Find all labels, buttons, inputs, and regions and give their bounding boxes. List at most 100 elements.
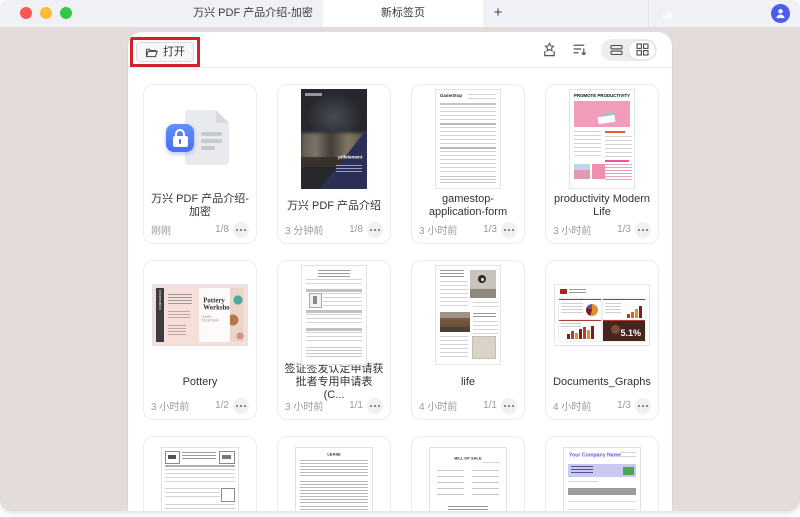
document-card[interactable]: 万兴 PDF 产品介绍-加密 刚刚 1/8	[143, 84, 257, 244]
document-thumbnail: Your Company Name	[546, 437, 658, 511]
document-title: Documents_Graphs	[553, 375, 651, 388]
document-meta: 3 小时前 1/2	[144, 397, 256, 419]
gamestop-logo: GameStop	[440, 93, 463, 98]
more-icon[interactable]	[367, 221, 383, 238]
more-icon[interactable]	[233, 397, 249, 414]
graph-value: 5.1%	[620, 328, 641, 338]
document-meta: 4 小时前 1/3	[546, 397, 658, 419]
document-time: 4 小时前	[553, 402, 592, 413]
pdfelement-logo: pdfelement	[337, 155, 362, 160]
pottery-subtitle: LEARN TOGETHER	[201, 315, 219, 323]
document-meta: 4 小时前 1/1	[412, 397, 524, 419]
document-meta: 3 分钟前 1/8	[278, 221, 390, 243]
document-meta: 3 小时前 1/3	[546, 221, 658, 243]
document-meta: 3 小时前 1/1	[278, 397, 390, 419]
close-button[interactable]	[20, 7, 32, 19]
toolbar-right	[541, 32, 657, 67]
document-card[interactable]: life 4 小时前 1/1	[411, 260, 525, 420]
bill-of-sale-title: BILL OF SALE	[454, 456, 482, 461]
app-window: 万兴 PDF 产品介绍-加密 新标签页 + 打开 万兴 PDF 产品介绍-加密 …	[0, 0, 800, 511]
document-thumbnail	[144, 85, 256, 191]
magazine-title: PROMOTE PRODUCTIVITY	[573, 93, 631, 98]
document-card[interactable]: BILL OF SALE	[411, 436, 525, 511]
document-time: 3 小时前	[419, 226, 458, 237]
lock-icon	[166, 124, 194, 152]
document-title: 签证签发认定申请获批者专用申请表 (C...	[284, 362, 384, 401]
document-card[interactable]: LEASE	[277, 436, 391, 511]
document-time: 刚刚	[151, 226, 171, 237]
locked-document-icon	[166, 108, 234, 170]
document-thumbnail: PROMOTE PRODUCTIVITY	[546, 85, 658, 191]
document-title: 万兴 PDF 产品介绍-加密	[151, 193, 249, 218]
document-card[interactable]: Information Pottery Workshops LEARN TOGE…	[143, 260, 257, 420]
thumbs-up-icon[interactable]	[659, 6, 675, 22]
traffic-lights	[20, 7, 72, 19]
invoice-company-name: Your Company Name	[569, 452, 622, 458]
document-meta: 刚刚 1/8	[144, 221, 256, 243]
collect-star-icon[interactable]	[541, 42, 557, 58]
document-page-count: 1/3	[483, 224, 497, 235]
more-icon[interactable]	[233, 221, 249, 238]
more-icon[interactable]	[501, 397, 517, 414]
document-card[interactable]: 签证签发认定申请获批者专用申请表 (C... 3 小时前 1/1	[277, 260, 391, 420]
document-page-count: 1/3	[617, 400, 631, 411]
annotation-highlight: 打开	[130, 37, 200, 67]
document-meta: 3 小时前 1/3	[412, 221, 524, 243]
grid-view-button[interactable]	[629, 40, 655, 59]
document-thumbnail: LEASE	[278, 437, 390, 511]
document-thumbnail: BILL OF SALE	[412, 437, 524, 511]
document-page-count: 1/2	[215, 400, 229, 411]
document-time: 3 小时前	[151, 402, 190, 413]
view-toggle	[601, 38, 657, 61]
home-panel: 打开 万兴 PDF 产品介绍-加密 刚刚 1/8 pdfelement 万兴 P…	[128, 32, 672, 511]
tab-pdf-document[interactable]: 万兴 PDF 产品介绍-加密	[183, 0, 323, 27]
document-title: gamestop-application-form	[428, 193, 508, 218]
open-button-label: 打开	[163, 46, 185, 58]
document-thumbnail: Information Pottery Workshops LEARN TOGE…	[144, 261, 256, 367]
titlebar-separator	[648, 0, 649, 27]
titlebar: 万兴 PDF 产品介绍-加密 新标签页 +	[0, 0, 800, 27]
sort-icon[interactable]	[571, 42, 587, 58]
lease-title: LEASE	[327, 452, 341, 457]
more-icon[interactable]	[367, 397, 383, 414]
document-page-count: 1/1	[349, 400, 363, 411]
more-icon[interactable]	[501, 221, 517, 238]
document-time: 3 小时前	[553, 226, 592, 237]
document-title: Pottery	[182, 375, 218, 388]
list-view-button[interactable]	[603, 41, 629, 59]
document-page-count: 1/3	[617, 224, 631, 235]
folder-open-icon	[145, 48, 158, 57]
document-thumbnail: pdfelement	[278, 85, 390, 191]
user-avatar[interactable]	[771, 4, 790, 23]
document-page-count: 1/8	[349, 224, 363, 235]
document-thumbnail: 5.1%	[546, 261, 658, 367]
document-thumbnail	[278, 261, 390, 367]
pottery-sidebar-text: Information	[158, 290, 163, 311]
open-button[interactable]: 打开	[136, 42, 194, 62]
document-thumbnail	[412, 261, 524, 367]
zoom-button[interactable]	[60, 7, 72, 19]
document-title: 万兴 PDF 产品介绍	[286, 199, 382, 212]
more-icon[interactable]	[635, 397, 651, 414]
document-time: 3 分钟前	[285, 226, 324, 237]
minimize-button[interactable]	[40, 7, 52, 19]
document-card[interactable]: pdfelement 万兴 PDF 产品介绍 3 分钟前 1/8	[277, 84, 391, 244]
new-tab-icon[interactable]: +	[483, 0, 513, 27]
document-time: 4 小时前	[419, 402, 458, 413]
document-title: productivity Modern Life	[554, 193, 650, 218]
document-card[interactable]: GameStop gamestop-application-form 3 小时前	[411, 84, 525, 244]
tab-new-tab[interactable]: 新标签页	[323, 0, 483, 27]
document-card[interactable]: 5.1% Documents_Graphs 4 小时前 1/3	[545, 260, 659, 420]
documents-grid: 万兴 PDF 产品介绍-加密 刚刚 1/8 pdfelement 万兴 PDF …	[128, 68, 672, 511]
document-time: 3 小时前	[285, 402, 324, 413]
document-card[interactable]: PROMOTE PRODUCTIVITY productivity Modern…	[545, 84, 659, 244]
document-page-count: 1/1	[483, 400, 497, 411]
more-icon[interactable]	[635, 221, 651, 238]
document-title: life	[460, 375, 476, 388]
document-page-count: 1/8	[215, 224, 229, 235]
document-thumbnail	[144, 437, 256, 511]
document-thumbnail: GameStop	[412, 85, 524, 191]
document-card[interactable]: Your Company Name	[545, 436, 659, 511]
document-card[interactable]	[143, 436, 257, 511]
toolbar: 打开	[128, 32, 672, 68]
